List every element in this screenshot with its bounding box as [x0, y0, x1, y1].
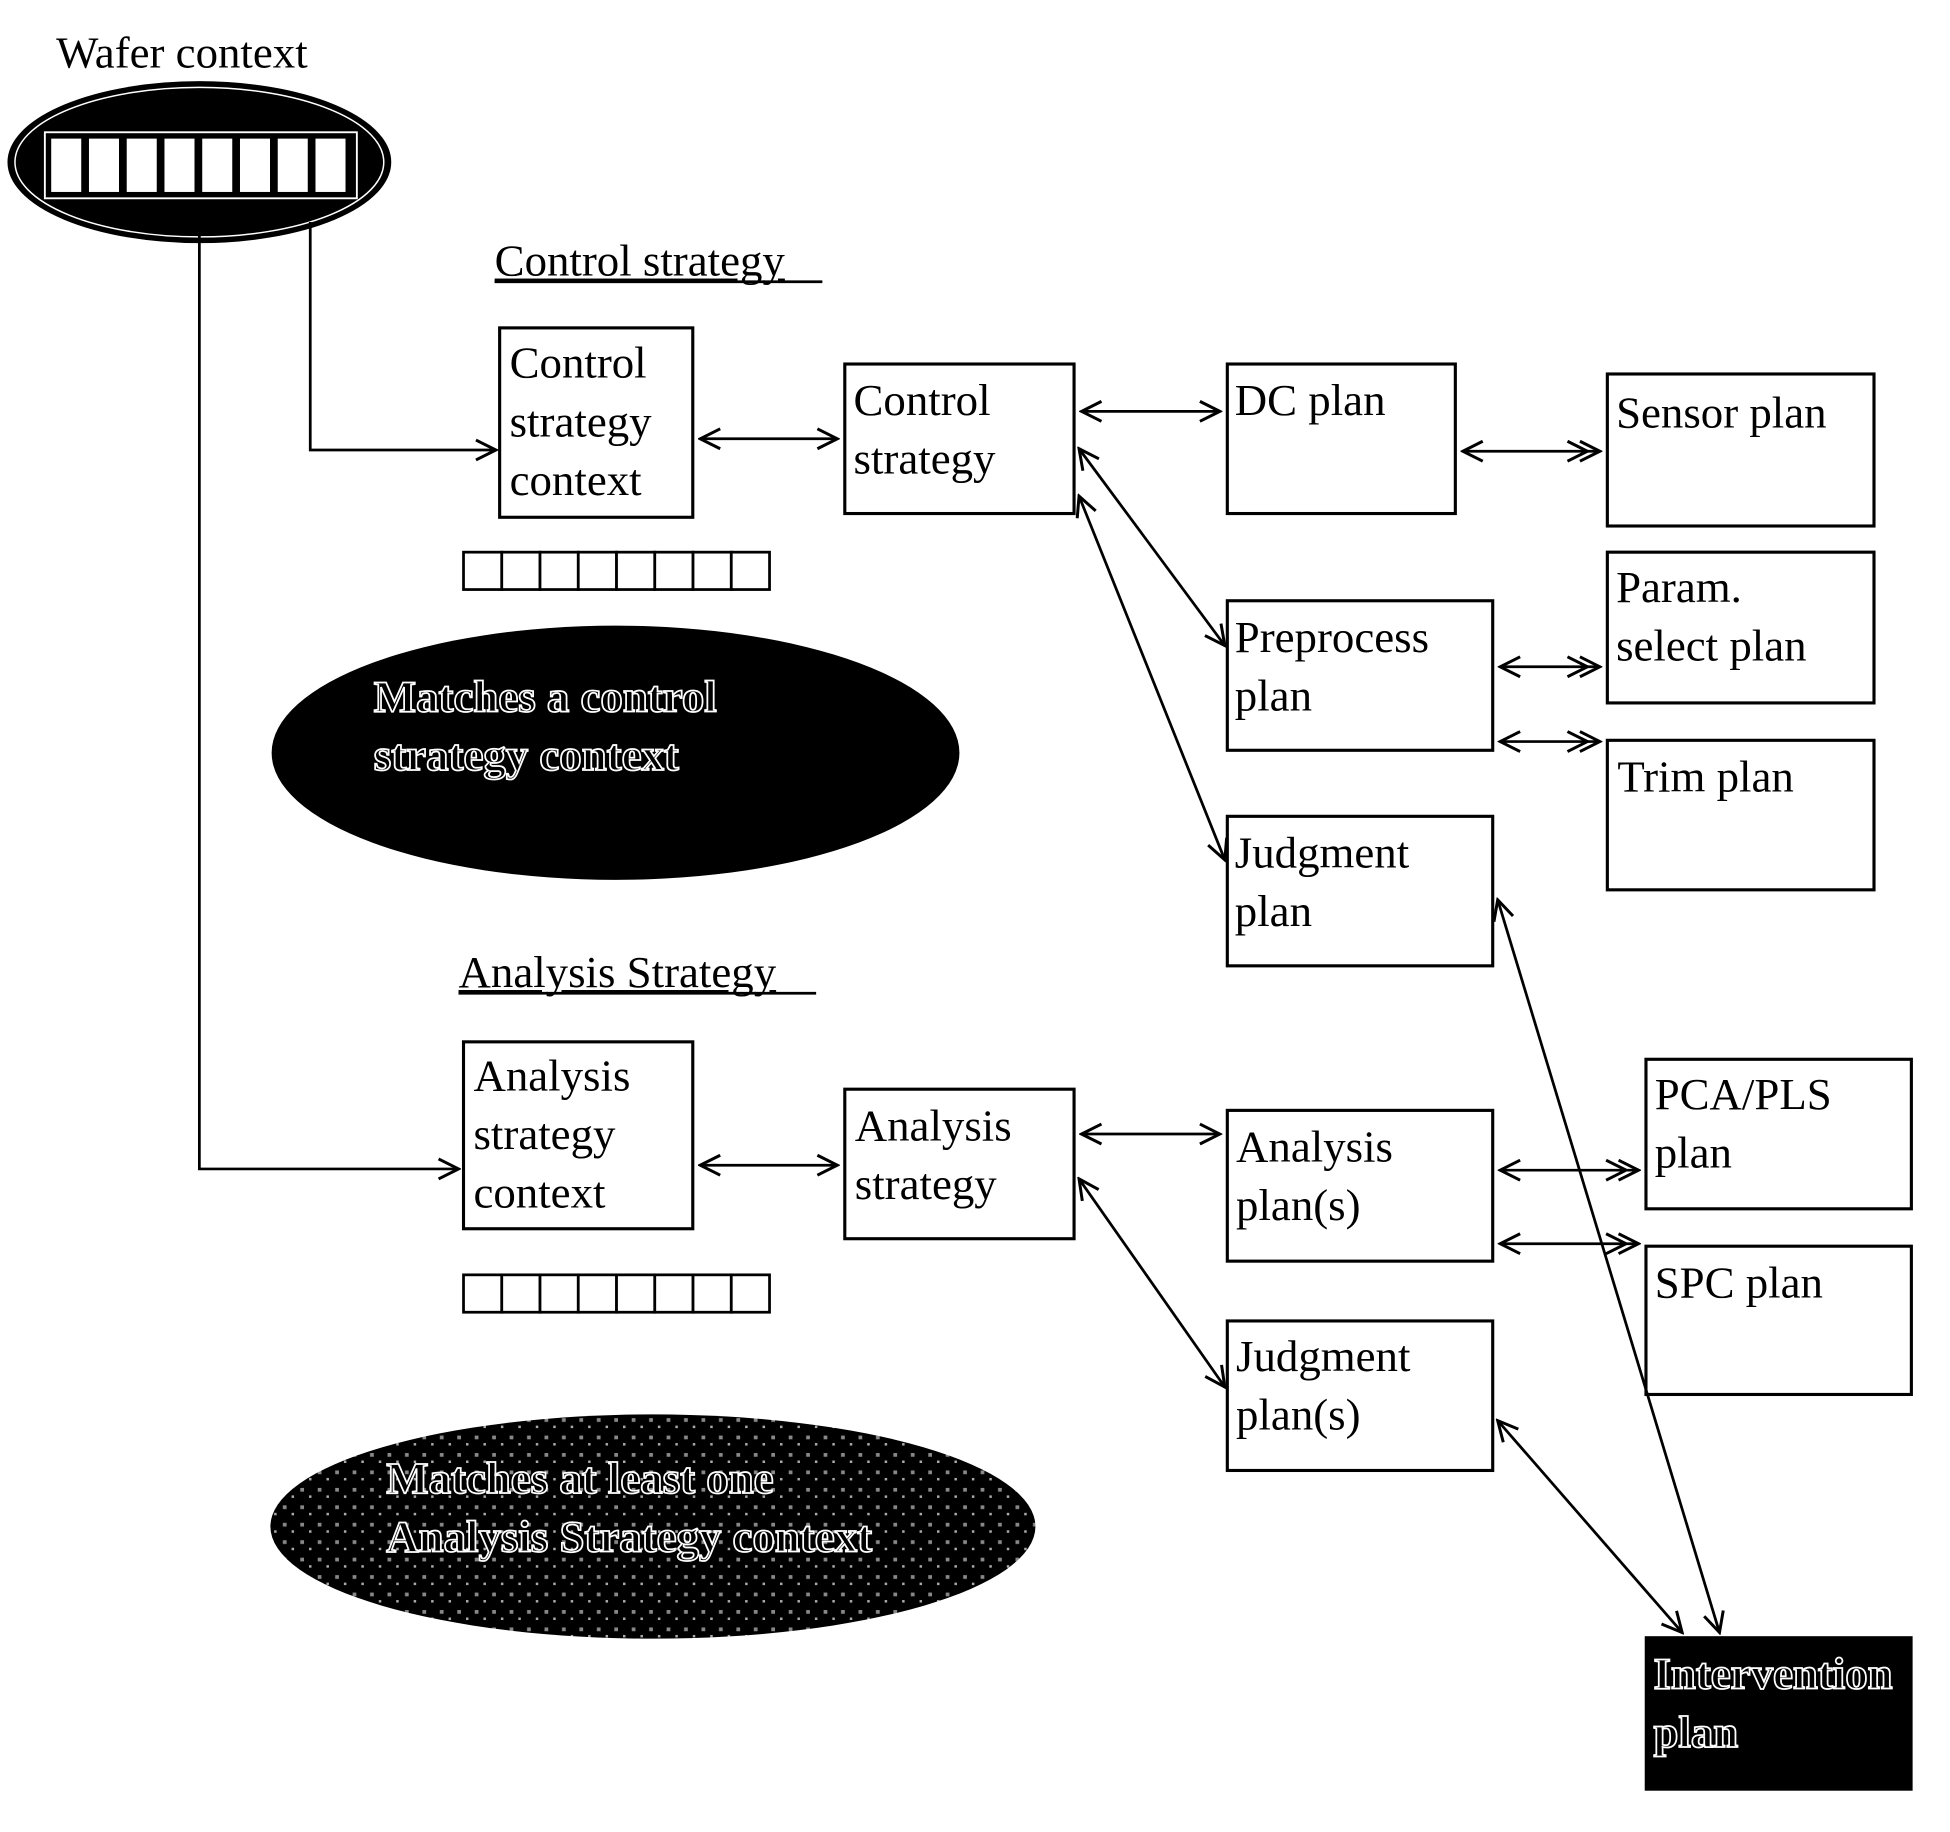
- context-cell: [86, 135, 122, 195]
- control-strategy-heading: Control strategy: [495, 236, 786, 286]
- node-judgment-plans[interactable]: Judgment plan(s): [1225, 1319, 1495, 1473]
- node-text: SPC plan: [1655, 1257, 1823, 1307]
- context-cell: [48, 135, 84, 195]
- node-preprocess-plan[interactable]: Preprocess plan: [1225, 599, 1495, 752]
- context-cell: [161, 135, 198, 195]
- context-cell: [538, 1273, 580, 1314]
- node-text: plan: [1235, 886, 1312, 936]
- node-pca-pls-plan[interactable]: PCA/PLS plan: [1644, 1057, 1913, 1211]
- node-analysis-plans[interactable]: Analysis plan(s): [1225, 1108, 1495, 1263]
- node-text: Preprocess: [1235, 612, 1429, 662]
- node-text: plan: [1653, 1707, 1738, 1757]
- wafer-context-label: Wafer context: [56, 27, 308, 77]
- node-text: DC plan: [1235, 375, 1386, 425]
- context-cell: [462, 1273, 504, 1314]
- context-cell: [274, 135, 311, 195]
- node-text: Judgment: [1235, 827, 1410, 877]
- node-text: Control: [854, 375, 991, 425]
- diagram-svg: Wafer context Control strategy Control s…: [7, 27, 1913, 1791]
- node-text: Param.: [1616, 562, 1742, 612]
- control-match-line-2: strategy context: [374, 730, 679, 780]
- connector-control-to-judgment: [1079, 496, 1225, 860]
- node-control-strategy-context[interactable]: Control strategy context: [498, 326, 695, 519]
- svg-text:context: context: [510, 455, 643, 505]
- node-text: context: [473, 1168, 606, 1218]
- node-analysis-strategy[interactable]: Analysis strategy: [843, 1087, 1076, 1241]
- node-text: Control: [510, 338, 647, 388]
- context-cell: [462, 550, 504, 591]
- node-text: plan: [1655, 1128, 1732, 1178]
- context-cell: [729, 550, 771, 591]
- context-cell: [312, 135, 349, 195]
- context-cell: [500, 1273, 542, 1314]
- context-cell: [123, 135, 160, 195]
- node-text: Trim plan: [1617, 751, 1794, 801]
- connector-judgment-plans-to-intervention: [1498, 1421, 1682, 1633]
- node-judgment-plan[interactable]: Judgment plan: [1225, 814, 1495, 968]
- context-cell: [653, 1273, 695, 1314]
- analysis-match-line-2: Analysis Strategy context: [386, 1511, 872, 1561]
- context-cell: [691, 550, 733, 591]
- control-match-line-1: Matches a control: [374, 672, 717, 722]
- context-cell: [615, 1273, 657, 1314]
- control-match-note: Matches a control strategy context: [271, 625, 960, 880]
- control-context-cells: [462, 550, 771, 591]
- node-text: plan(s): [1236, 1389, 1361, 1439]
- node-text: context: [510, 455, 643, 505]
- node-spc-plan[interactable]: SPC plan: [1644, 1244, 1913, 1397]
- node-text: strategy: [855, 1159, 998, 1209]
- analysis-match-line-1: Matches at least one: [386, 1453, 773, 1503]
- node-text: Analysis: [1236, 1121, 1393, 1171]
- node-text: strategy: [854, 434, 997, 484]
- node-text: Analysis: [473, 1050, 630, 1100]
- node-text: strategy: [510, 396, 653, 446]
- context-cell: [615, 550, 657, 591]
- node-text: Analysis: [855, 1100, 1012, 1150]
- diagram-canvas: Wafer context Control strategy Control s…: [0, 0, 1950, 1832]
- svg-text:Control: Control: [510, 338, 647, 388]
- node-text: Sensor plan: [1616, 388, 1827, 438]
- context-cell: [691, 1273, 733, 1314]
- node-text: strategy: [473, 1109, 616, 1159]
- node-intervention-plan[interactable]: Intervention plan: [1644, 1636, 1913, 1791]
- connector-wafer-to-control-context: [308, 221, 496, 450]
- node-dc-plan[interactable]: DC plan: [1225, 362, 1457, 516]
- context-cell: [576, 1273, 618, 1314]
- analysis-strategy-heading: Analysis Strategy: [459, 947, 777, 997]
- node-text: plan: [1235, 670, 1312, 720]
- node-text: select plan: [1616, 621, 1807, 671]
- analysis-context-cells: [462, 1273, 771, 1314]
- node-param-select-plan[interactable]: Param. select plan: [1605, 550, 1876, 705]
- node-text: plan(s): [1236, 1180, 1361, 1230]
- node-text: PCA/PLS: [1655, 1069, 1832, 1119]
- connector-analysis-to-judgment-plans: [1079, 1179, 1225, 1387]
- context-cell: [500, 550, 542, 591]
- node-sensor-plan[interactable]: Sensor plan: [1605, 372, 1876, 528]
- svg-text:strategy: strategy: [510, 396, 653, 446]
- context-cell: [237, 135, 273, 195]
- context-cell: [653, 550, 695, 591]
- context-cell: [538, 550, 580, 591]
- analysis-match-note: Matches at least one Analysis Strategy c…: [270, 1414, 1036, 1639]
- node-text: Judgment: [1236, 1331, 1411, 1381]
- node-analysis-strategy-context[interactable]: Analysis strategy context: [461, 1040, 695, 1231]
- node-control-strategy[interactable]: Control strategy: [843, 362, 1076, 516]
- wafer-context-cells: [43, 131, 358, 200]
- context-cell: [576, 550, 618, 591]
- context-cell: [199, 135, 235, 195]
- context-cell: [729, 1273, 771, 1314]
- node-trim-plan[interactable]: Trim plan: [1605, 738, 1876, 892]
- node-text: Intervention: [1653, 1649, 1892, 1699]
